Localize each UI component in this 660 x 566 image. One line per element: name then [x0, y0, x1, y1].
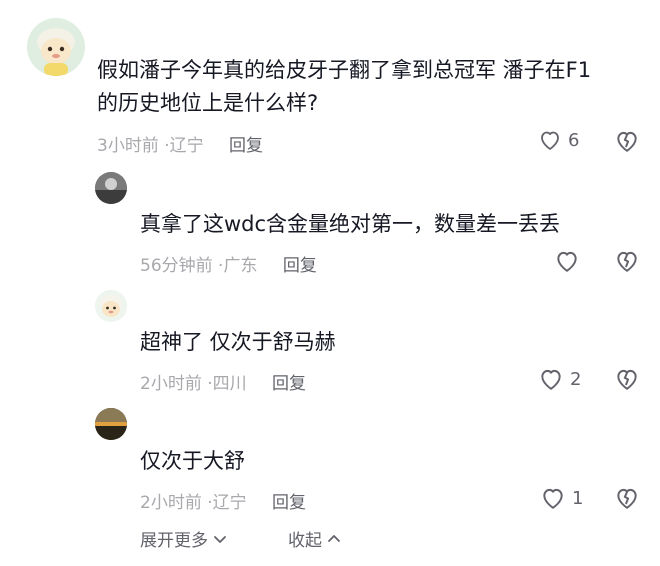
comment-text-line: 的历史地位上是什么样? — [97, 91, 319, 115]
like-count: 6 — [568, 129, 580, 151]
heart-icon — [541, 131, 559, 150]
comment-meta: 2小时前 ·辽宁 回复 — [140, 488, 306, 513]
location: 辽宁 — [212, 493, 247, 513]
avatar[interactable] — [27, 18, 85, 76]
location: 广东 — [223, 256, 258, 276]
broken-heart-icon — [617, 251, 637, 272]
like-count: 2 — [570, 368, 582, 390]
comment-text-line: 假如潘子今年真的给皮牙子翻了拿到总冠军 潘子在F1 — [97, 58, 592, 82]
location: 四川 — [212, 374, 247, 394]
expand-more-label: 展开更多 — [140, 531, 208, 551]
dislike-button[interactable] — [614, 485, 640, 511]
comment-meta: 2小时前 ·四川 回复 — [140, 369, 306, 394]
dislike-button[interactable] — [614, 128, 640, 154]
like-button[interactable]: 2 — [538, 366, 581, 392]
collapse-label: 收起 — [288, 531, 322, 551]
like-button[interactable]: 6 — [538, 128, 579, 152]
heart-icon — [541, 369, 561, 390]
chevron-up-icon — [328, 534, 340, 542]
comment-text: 超神了 仅次于舒马赫 — [140, 330, 336, 354]
chevron-down-icon — [214, 535, 226, 543]
comment-meta: 3小时前 ·辽宁 回复 — [97, 131, 263, 156]
broken-heart-icon — [617, 131, 637, 152]
timestamp: 2小时前 — [140, 374, 202, 394]
timestamp: 56分钟前 — [140, 256, 213, 276]
heart-icon — [543, 488, 563, 509]
dislike-button[interactable] — [614, 366, 640, 392]
collapse-button[interactable]: 收起 — [288, 526, 342, 551]
reply-button[interactable]: 回复 — [272, 493, 306, 513]
timestamp: 2小时前 — [140, 493, 202, 513]
avatar[interactable] — [95, 172, 127, 204]
like-button[interactable]: 1 — [540, 485, 583, 511]
comment-text: 仅次于大舒 — [140, 449, 245, 473]
avatar[interactable] — [95, 408, 127, 440]
reply-button[interactable]: 回复 — [283, 256, 317, 276]
avatar[interactable] — [95, 290, 127, 322]
location: 辽宁 — [169, 136, 204, 156]
like-count: 1 — [572, 487, 584, 509]
reply-button[interactable]: 回复 — [229, 136, 263, 156]
comment-meta: 56分钟前 ·广东 回复 — [140, 251, 317, 276]
timestamp: 3小时前 — [97, 136, 159, 156]
expand-more-button[interactable]: 展开更多 — [140, 526, 228, 551]
heart-icon — [557, 251, 577, 272]
comment-text: 假如潘子今年真的给皮牙子翻了拿到总冠军 潘子在F1 的历史地位上是什么样? — [97, 54, 637, 120]
dislike-button[interactable] — [614, 248, 640, 274]
broken-heart-icon — [617, 369, 637, 390]
like-button[interactable] — [554, 248, 586, 274]
comment-text: 真拿了这wdc含金量绝对第一，数量差一丢丢 — [140, 212, 561, 236]
broken-heart-icon — [617, 488, 637, 509]
reply-button[interactable]: 回复 — [272, 374, 306, 394]
